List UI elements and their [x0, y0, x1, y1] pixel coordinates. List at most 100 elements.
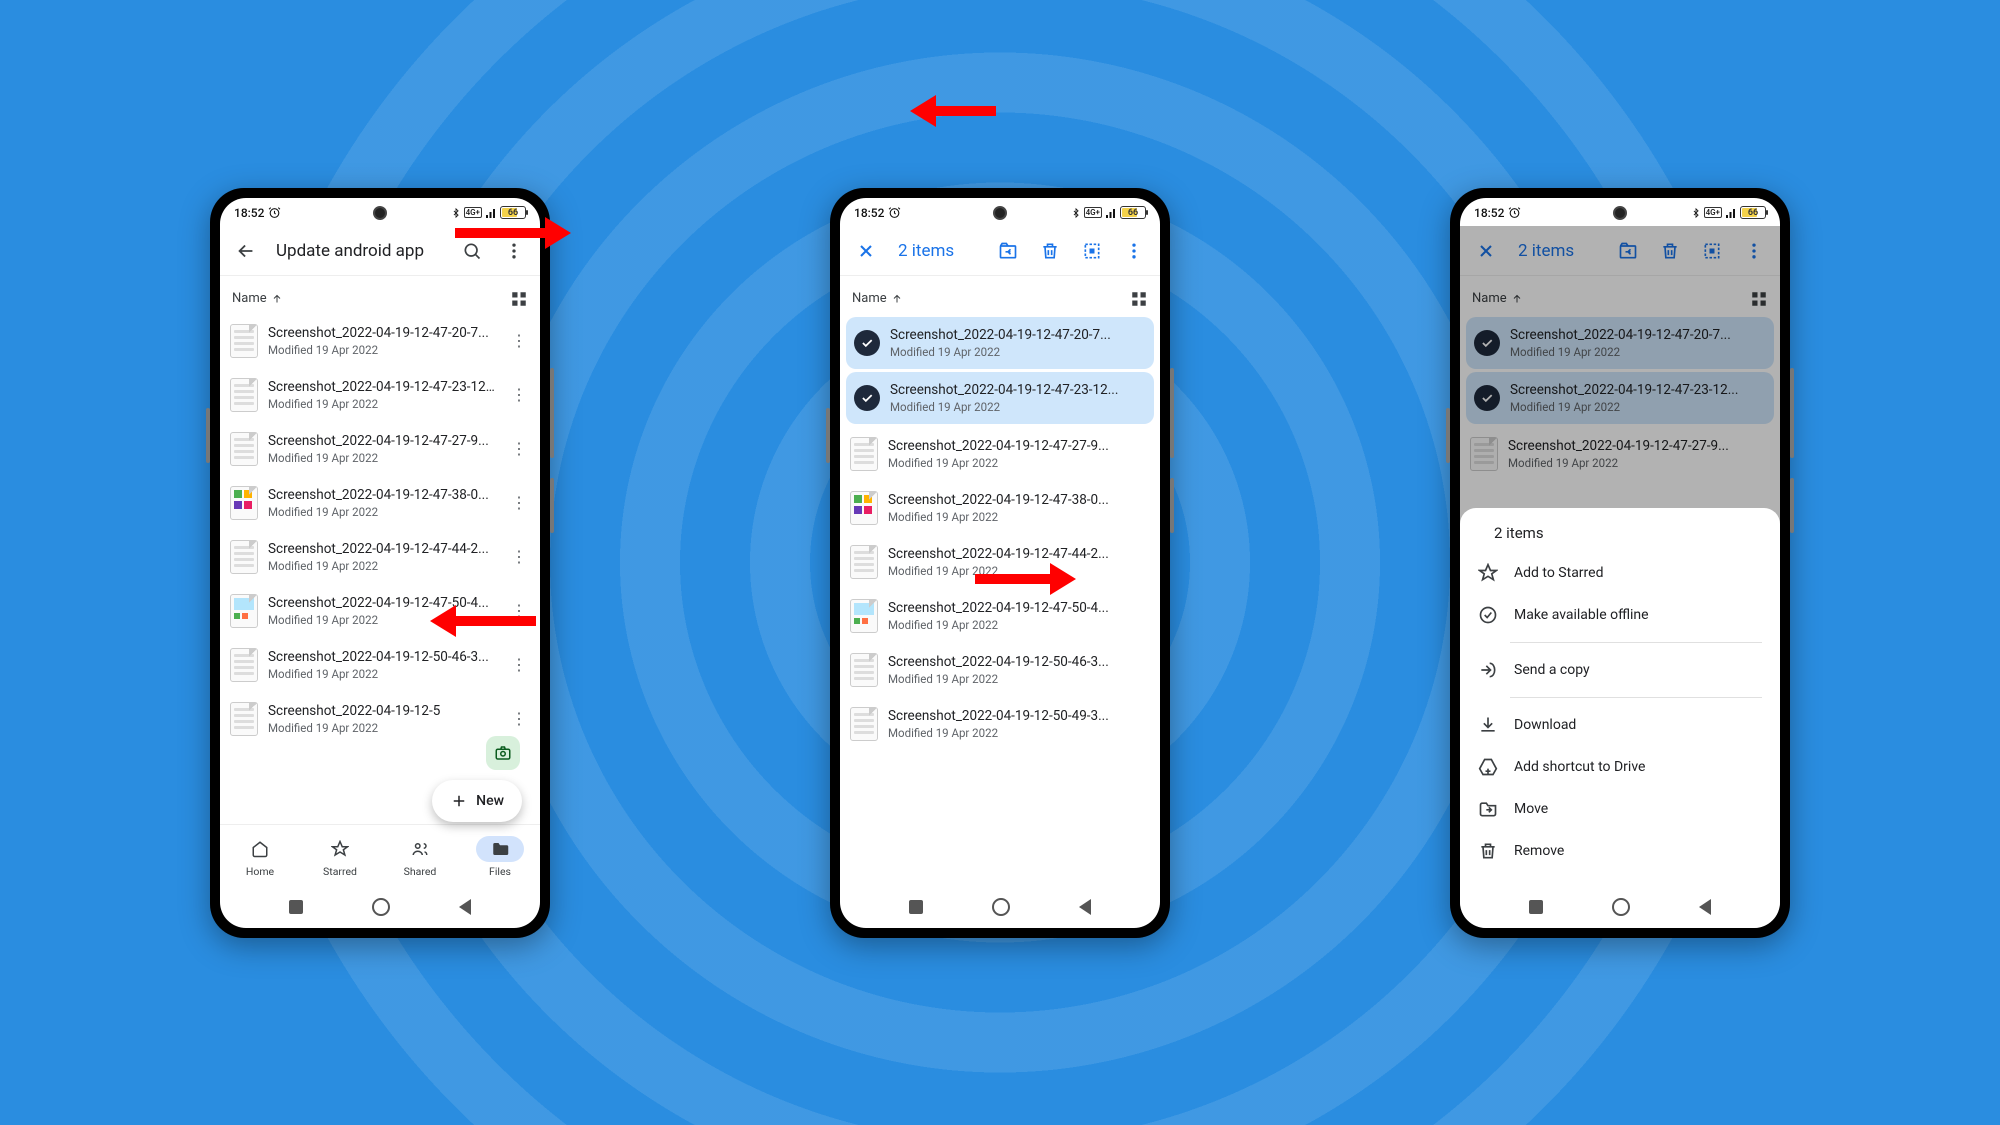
offline-icon [1478, 605, 1498, 625]
back-icon[interactable] [228, 233, 264, 269]
file-row[interactable]: Screenshot_2022-04-19-12-50-46-3...Modif… [840, 643, 1160, 697]
back-button[interactable] [1699, 899, 1711, 915]
download-icon [1478, 715, 1498, 735]
file-row[interactable]: Screenshot_2022-04-19-12-47-27-9...Modif… [220, 422, 540, 476]
file-modified: Modified 19 Apr 2022 [890, 345, 1146, 359]
camera-button[interactable] [486, 736, 520, 770]
file-modified: Modified 19 Apr 2022 [888, 456, 1152, 470]
home-button[interactable] [1612, 898, 1630, 916]
file-more-icon[interactable]: ⋮ [506, 439, 532, 458]
bluetooth-icon [1071, 207, 1081, 219]
sheet-item-label: Download [1514, 717, 1576, 733]
file-name: Screenshot_2022-04-19-12-47-50-4... [888, 600, 1152, 616]
home-button[interactable] [992, 898, 1010, 916]
sheet-download[interactable]: Download [1460, 704, 1780, 746]
new-fab[interactable]: New [432, 780, 522, 822]
overflow-icon[interactable] [1116, 233, 1152, 269]
file-name: Screenshot_2022-04-19-12-47-20-7... [268, 325, 496, 341]
file-modified: Modified 19 Apr 2022 [268, 397, 496, 411]
battery-icon: 66 [1120, 206, 1146, 219]
select-all-icon[interactable] [1074, 233, 1110, 269]
selection-app-bar: 2 items [840, 228, 1160, 276]
file-name: Screenshot_2022-04-19-12-47-27-9... [888, 438, 1152, 454]
file-more-icon[interactable]: ⋮ [506, 385, 532, 404]
camera-cutout [993, 206, 1007, 220]
file-more-icon[interactable]: ⋮ [506, 655, 532, 674]
selection-count: 2 items [890, 241, 984, 261]
file-row[interactable]: Screenshot_2022-04-19-12-47-23-12...Modi… [220, 368, 540, 422]
bottom-sheet: 2 items Add to Starred Make available of… [1460, 508, 1780, 886]
recents-button[interactable] [1529, 900, 1543, 914]
star-icon [1478, 563, 1498, 583]
sort-row[interactable]: Name [840, 276, 1160, 314]
file-modified: Modified 19 Apr 2022 [268, 667, 496, 681]
home-button[interactable] [372, 898, 390, 916]
back-button[interactable] [459, 899, 471, 915]
phone-3: 18:52 4G+66 2 items Name Screenshot_2022… [1450, 188, 1790, 938]
nav-files[interactable]: Files [476, 836, 524, 878]
annotation-arrow [455, 217, 571, 249]
file-modified: Modified 19 Apr 2022 [888, 618, 1152, 632]
file-name: Screenshot_2022-04-19-12-47-20-7... [890, 327, 1146, 343]
send-icon [1478, 660, 1498, 680]
file-row[interactable]: Screenshot_2022-04-19-12-47-20-7... Modif… [220, 314, 540, 368]
file-more-icon[interactable]: ⋮ [506, 331, 532, 350]
system-nav [1460, 886, 1780, 928]
back-button[interactable] [1079, 899, 1091, 915]
sheet-remove[interactable]: Remove [1460, 830, 1780, 872]
battery-icon: 66 [1740, 206, 1766, 219]
recents-button[interactable] [909, 900, 923, 914]
file-row[interactable]: Screenshot_2022-04-19-12-47-50-4... Modif… [840, 589, 1160, 643]
trash-icon [1478, 841, 1498, 861]
file-modified: Modified 19 Apr 2022 [888, 726, 1152, 740]
file-row[interactable]: Screenshot_2022-04-19-12-47-38-0... Modif… [840, 481, 1160, 535]
sort-row[interactable]: Name [220, 276, 540, 314]
file-row[interactable]: Screenshot_2022-04-19-12-47-38-0...Modif… [220, 476, 540, 530]
move-icon[interactable] [990, 233, 1026, 269]
nav-starred[interactable]: Starred [316, 836, 364, 878]
sheet-add-starred[interactable]: Add to Starred [1460, 552, 1780, 594]
sheet-shortcut[interactable]: Add shortcut to Drive [1460, 746, 1780, 788]
delete-icon[interactable] [1032, 233, 1068, 269]
file-more-icon[interactable]: ⋮ [506, 709, 532, 728]
file-row[interactable]: Screenshot_2022-04-19-12-47-27-9... Modif… [840, 427, 1160, 481]
view-grid-icon[interactable] [510, 290, 528, 308]
file-row[interactable]: Screenshot_2022-04-19-12-47-20-7... Modif… [846, 317, 1154, 369]
annotation-arrow [910, 95, 996, 127]
file-name: Screenshot_2022-04-19-12-47-38-0... [888, 492, 1152, 508]
fab-label: New [476, 793, 504, 809]
sort-label: Name [852, 291, 887, 306]
arrow-up-icon [271, 293, 283, 305]
bottom-nav: Home Starred Shared Files [220, 824, 540, 886]
sheet-item-label: Remove [1514, 843, 1564, 859]
file-name: Screenshot_2022-04-19-12-47-44-2... [888, 546, 1152, 562]
file-row[interactable]: Screenshot_2022-04-19-12-50-46-3... Modif… [220, 638, 540, 692]
file-name: Screenshot_2022-04-19-12-47-44-2... [268, 541, 496, 557]
file-row[interactable]: Screenshot_2022-04-19-12-47-23-12...Modi… [846, 372, 1154, 424]
recents-button[interactable] [289, 900, 303, 914]
nav-home[interactable]: Home [236, 836, 284, 878]
file-more-icon[interactable]: ⋮ [506, 493, 532, 512]
view-grid-icon[interactable] [1130, 290, 1148, 308]
file-more-icon[interactable]: ⋮ [506, 547, 532, 566]
alarm-icon [888, 206, 901, 219]
file-modified: Modified 19 Apr 2022 [888, 510, 1152, 524]
file-list: Screenshot_2022-04-19-12-47-20-7... Modif… [840, 314, 1160, 886]
star-icon [331, 840, 349, 858]
annotation-arrow [430, 605, 536, 637]
sheet-move[interactable]: Move [1460, 788, 1780, 830]
file-modified: Modified 19 Apr 2022 [268, 343, 496, 357]
file-row[interactable]: Screenshot_2022-04-19-12-47-44-2...Modif… [220, 530, 540, 584]
signal-icon [1105, 207, 1117, 219]
close-icon[interactable] [848, 233, 884, 269]
plus-icon [450, 792, 468, 810]
page-title: Update android app [270, 241, 448, 261]
file-name: Screenshot_2022-04-19-12-47-38-0... [268, 487, 496, 503]
file-row[interactable]: Screenshot_2022-04-19-12-50-49-3...Modif… [840, 697, 1160, 751]
nav-shared[interactable]: Shared [396, 836, 444, 878]
people-icon [411, 840, 429, 858]
sheet-offline[interactable]: Make available offline [1460, 594, 1780, 636]
file-name: Screenshot_2022-04-19-12-50-46-3... [268, 649, 496, 665]
sheet-send-copy[interactable]: Send a copy [1460, 649, 1780, 691]
file-name: Screenshot_2022-04-19-12-47-23-12... [890, 382, 1146, 398]
